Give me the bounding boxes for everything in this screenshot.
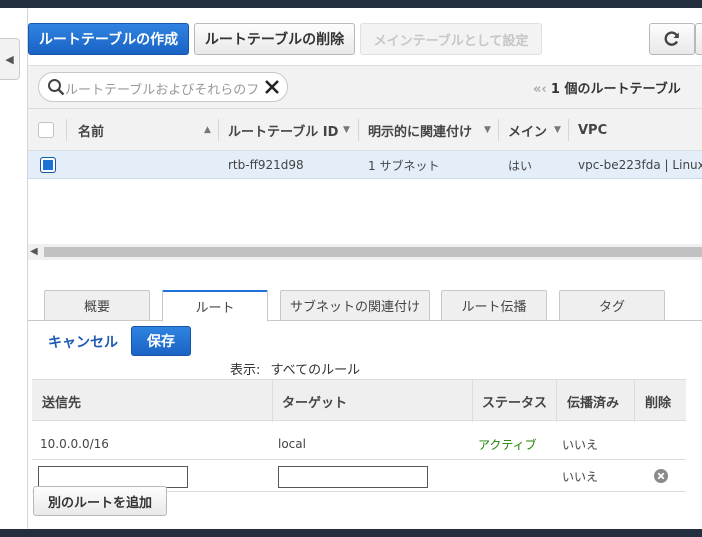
tab-route-propagation[interactable]: ルート伝播	[441, 290, 547, 321]
row-vpc: vpc-be223fda | Linux-l	[578, 158, 702, 172]
horizontal-scrollbar[interactable]: ◀	[28, 244, 702, 260]
pagination-count: 1 個のルートテーブル	[550, 82, 681, 97]
select-all-checkbox-cell[interactable]	[38, 109, 54, 151]
main-content: ルートテーブルの作成 ルートテーブルの削除 メインテーブルとして設定 ルートテー…	[28, 8, 702, 529]
column-divider	[568, 119, 569, 141]
route-destination: 10.0.0.0/16	[40, 437, 109, 451]
route-target: local	[278, 437, 306, 451]
route-filter-label: 表示: すべてのルール	[230, 359, 360, 378]
column-divider	[498, 119, 499, 141]
route-filter-value[interactable]: すべてのルール	[271, 363, 361, 378]
sort-desc-icon[interactable]: ▼	[484, 125, 491, 135]
column-divider	[218, 119, 219, 141]
column-header-vpc[interactable]: VPC	[578, 109, 688, 151]
table-row[interactable]: rtb-ff921d98 1 サブネット はい vpc-be223fda | L…	[28, 151, 702, 179]
scrollbar-thumb[interactable]	[44, 247, 702, 257]
refresh-button[interactable]	[649, 23, 695, 55]
route-status: アクティブ	[478, 437, 537, 452]
column-divider	[556, 380, 557, 422]
top-bar	[0, 0, 702, 8]
routes-table-header: 送信先 ターゲット ステータス 伝播済み 削除	[32, 379, 686, 422]
row-checkbox-cell[interactable]	[40, 151, 56, 179]
row-name	[78, 151, 208, 179]
tab-summary[interactable]: 概要	[44, 290, 150, 321]
column-divider	[66, 119, 67, 141]
header-destination: 送信先	[42, 395, 82, 411]
chevron-left-icon: ◀	[5, 52, 14, 66]
header-status: ステータス	[482, 395, 548, 411]
add-route-button[interactable]: 別のルートを追加	[33, 486, 168, 516]
target-input[interactable]	[278, 466, 428, 488]
tab-subnet-associations[interactable]: サブネットの関連付け	[280, 290, 430, 321]
close-icon[interactable]	[263, 78, 281, 96]
sort-desc-icon[interactable]: ▼	[343, 125, 350, 135]
select-all-checkbox[interactable]	[38, 122, 54, 138]
scroll-left-icon[interactable]: ◀	[30, 246, 38, 257]
column-header-main[interactable]: メイン	[508, 109, 558, 151]
route-propagated: いいえ	[562, 469, 599, 484]
detail-tabs: 概要 ルート サブネットの関連付け ルート伝播 タグ	[28, 290, 702, 322]
column-header-route-table-id[interactable]: ルートテーブル ID	[228, 109, 338, 151]
sort-asc-icon[interactable]: ▲	[204, 125, 211, 135]
column-divider	[358, 119, 359, 141]
collapse-sidebar-button[interactable]: ◀	[0, 38, 20, 80]
route-propagated: いいえ	[562, 437, 599, 452]
row-checkbox[interactable]	[40, 157, 56, 173]
column-divider	[272, 380, 273, 422]
route-tables-grid-header: 名前 ▲ ルートテーブル ID ▼ 明示的に関連付け ▼ メイン ▼ VPC	[28, 109, 702, 151]
table-row: 10.0.0.0/16 local アクティブ いいえ	[32, 428, 686, 460]
left-panel: ◀	[0, 8, 28, 529]
search-icon	[48, 79, 65, 96]
row-route-table-id: rtb-ff921d98	[228, 158, 304, 172]
search-input[interactable]: ルートテーブルおよびそれらのフ	[38, 72, 288, 102]
column-divider	[634, 380, 635, 422]
header-remove: 削除	[645, 395, 672, 411]
column-divider	[472, 380, 473, 422]
set-as-main-table-button[interactable]: メインテーブルとして設定	[360, 23, 542, 55]
cancel-link[interactable]: キャンセル	[48, 332, 118, 352]
filter-bar: ルートテーブルおよびそれらのフ «‹ 1 個のルートテーブル	[28, 65, 702, 109]
create-route-table-button[interactable]: ルートテーブルの作成	[28, 23, 189, 55]
first-page-icon[interactable]: «‹	[533, 82, 547, 97]
header-target: ターゲット	[282, 395, 348, 411]
column-header-name[interactable]: 名前	[78, 109, 208, 151]
column-header-explicit-association[interactable]: 明示的に関連付け	[368, 109, 490, 151]
tab-tags[interactable]: タグ	[559, 290, 665, 321]
settings-button[interactable]	[695, 23, 702, 55]
delete-route-table-button[interactable]: ルートテーブルの削除	[194, 23, 355, 55]
search-placeholder: ルートテーブルおよびそれらのフ	[65, 83, 260, 98]
tab-routes[interactable]: ルート	[162, 290, 268, 322]
save-button[interactable]: 保存	[131, 326, 191, 356]
header-propagated: 伝播済み	[567, 395, 620, 411]
refresh-icon	[664, 31, 679, 46]
pagination: «‹ 1 個のルートテーブル	[533, 78, 681, 97]
sort-desc-icon[interactable]: ▼	[554, 125, 561, 135]
route-filter-prefix: 表示:	[230, 363, 261, 378]
bottom-bar	[0, 529, 702, 537]
destination-input[interactable]	[38, 466, 188, 488]
row-explicit-association: 1 サブネット	[368, 158, 440, 173]
row-main: はい	[508, 158, 533, 173]
remove-route-icon[interactable]	[654, 469, 668, 483]
